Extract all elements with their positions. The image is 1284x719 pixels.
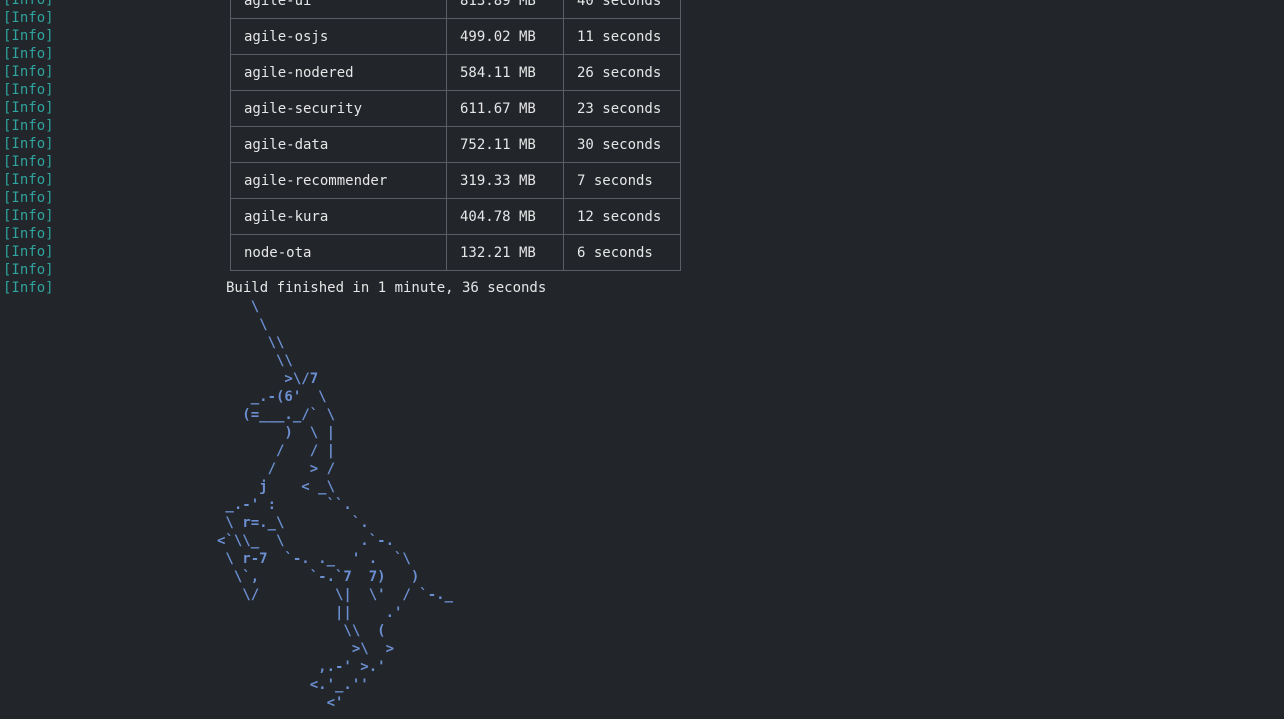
build-time-cell: 23 seconds: [563, 90, 681, 127]
unicorn-ascii-art: \ \ \\ \\ >\/7 _.-(6' \ (=___._/` \ ) \ …: [217, 299, 454, 711]
image-name-cell: agile-osjs: [230, 18, 447, 55]
log-prefix: [Info]: [3, 28, 54, 44]
image-size-cell: 813.89 MB: [446, 0, 564, 19]
log-prefix: [Info]: [3, 46, 54, 62]
build-time-cell: 11 seconds: [563, 18, 681, 55]
build-time-cell: 40 seconds: [563, 0, 681, 19]
image-size-cell: 319.33 MB: [446, 162, 564, 199]
log-prefix-column: [Info] [Info] [Info] [Info] [Info] [Info…: [3, 0, 54, 297]
table-row: agile-kura 404.78 MB 12 seconds: [230, 198, 681, 235]
image-name-cell: node-ota: [230, 234, 447, 271]
build-finished-message: Build finished in 1 minute, 36 seconds: [226, 280, 547, 296]
log-prefix: [Info]: [3, 226, 54, 242]
log-prefix: [Info]: [3, 0, 54, 8]
table-row: agile-recommender 319.33 MB 7 seconds: [230, 162, 681, 199]
log-prefix: [Info]: [3, 10, 54, 26]
log-prefix: [Info]: [3, 208, 54, 224]
image-name-cell: agile-kura: [230, 198, 447, 235]
table-row: agile-data 752.11 MB 30 seconds: [230, 126, 681, 163]
build-time-cell: 30 seconds: [563, 126, 681, 163]
image-name-cell: agile-security: [230, 90, 447, 127]
table-row: agile-ui 813.89 MB 40 seconds: [230, 0, 681, 19]
image-size-cell: 404.78 MB: [446, 198, 564, 235]
log-prefix: [Info]: [3, 280, 54, 296]
build-summary-table: agile-ui 813.89 MB 40 seconds agile-osjs…: [230, 0, 681, 271]
log-prefix: [Info]: [3, 262, 54, 278]
image-size-cell: 584.11 MB: [446, 54, 564, 91]
image-name-cell: agile-nodered: [230, 54, 447, 91]
image-name-cell: agile-ui: [230, 0, 447, 19]
log-prefix: [Info]: [3, 136, 54, 152]
image-name-cell: agile-data: [230, 126, 447, 163]
log-prefix: [Info]: [3, 64, 54, 80]
table-row: agile-nodered 584.11 MB 26 seconds: [230, 54, 681, 91]
table-row: node-ota 132.21 MB 6 seconds: [230, 234, 681, 271]
log-prefix: [Info]: [3, 172, 54, 188]
build-time-cell: 26 seconds: [563, 54, 681, 91]
build-time-cell: 6 seconds: [563, 234, 681, 271]
log-prefix: [Info]: [3, 244, 54, 260]
image-name-cell: agile-recommender: [230, 162, 447, 199]
table-row: agile-osjs 499.02 MB 11 seconds: [230, 18, 681, 55]
log-prefix: [Info]: [3, 190, 54, 206]
log-prefix: [Info]: [3, 82, 54, 98]
log-prefix: [Info]: [3, 154, 54, 170]
image-size-cell: 752.11 MB: [446, 126, 564, 163]
log-prefix: [Info]: [3, 118, 54, 134]
image-size-cell: 132.21 MB: [446, 234, 564, 271]
image-size-cell: 499.02 MB: [446, 18, 564, 55]
log-prefix: [Info]: [3, 100, 54, 116]
build-time-cell: 12 seconds: [563, 198, 681, 235]
table-row: agile-security 611.67 MB 23 seconds: [230, 90, 681, 127]
image-size-cell: 611.67 MB: [446, 90, 564, 127]
build-time-cell: 7 seconds: [563, 162, 681, 199]
